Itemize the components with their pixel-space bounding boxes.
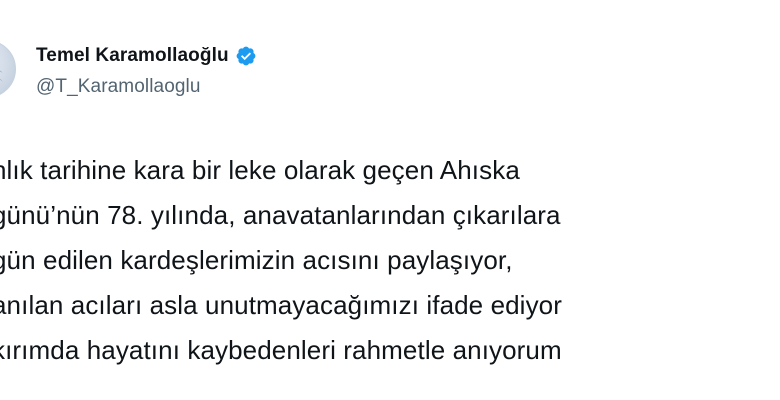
tweet-text-line: günü’nün 78. yılında, anavatanlarından ç…	[0, 200, 561, 230]
verified-badge-icon	[235, 45, 257, 67]
user-handle[interactable]: @T_Karamollaoglu	[36, 76, 257, 98]
tweet-header: Temel Karamollaoğlu @T_Karamollaoglu	[36, 44, 257, 98]
name-row: Temel Karamollaoğlu	[36, 44, 257, 68]
avatar[interactable]	[0, 40, 16, 98]
tweet-text: nlık tarihine kara bir leke olarak geçen…	[0, 148, 780, 373]
tweet-text-line: gün edilen kardeşlerimizin acısını payla…	[0, 245, 513, 275]
tweet-text-line: anılan acıları asla unutmayacağımızı ifa…	[0, 290, 562, 320]
display-name[interactable]: Temel Karamollaoğlu	[36, 45, 229, 67]
tweet-text-line: kırımda hayatını kaybedenleri rahmetle a…	[0, 335, 562, 365]
tweet-card: Temel Karamollaoğlu @T_Karamollaoglu nlı…	[0, 0, 780, 400]
tweet-text-line: nlık tarihine kara bir leke olarak geçen…	[0, 155, 520, 185]
